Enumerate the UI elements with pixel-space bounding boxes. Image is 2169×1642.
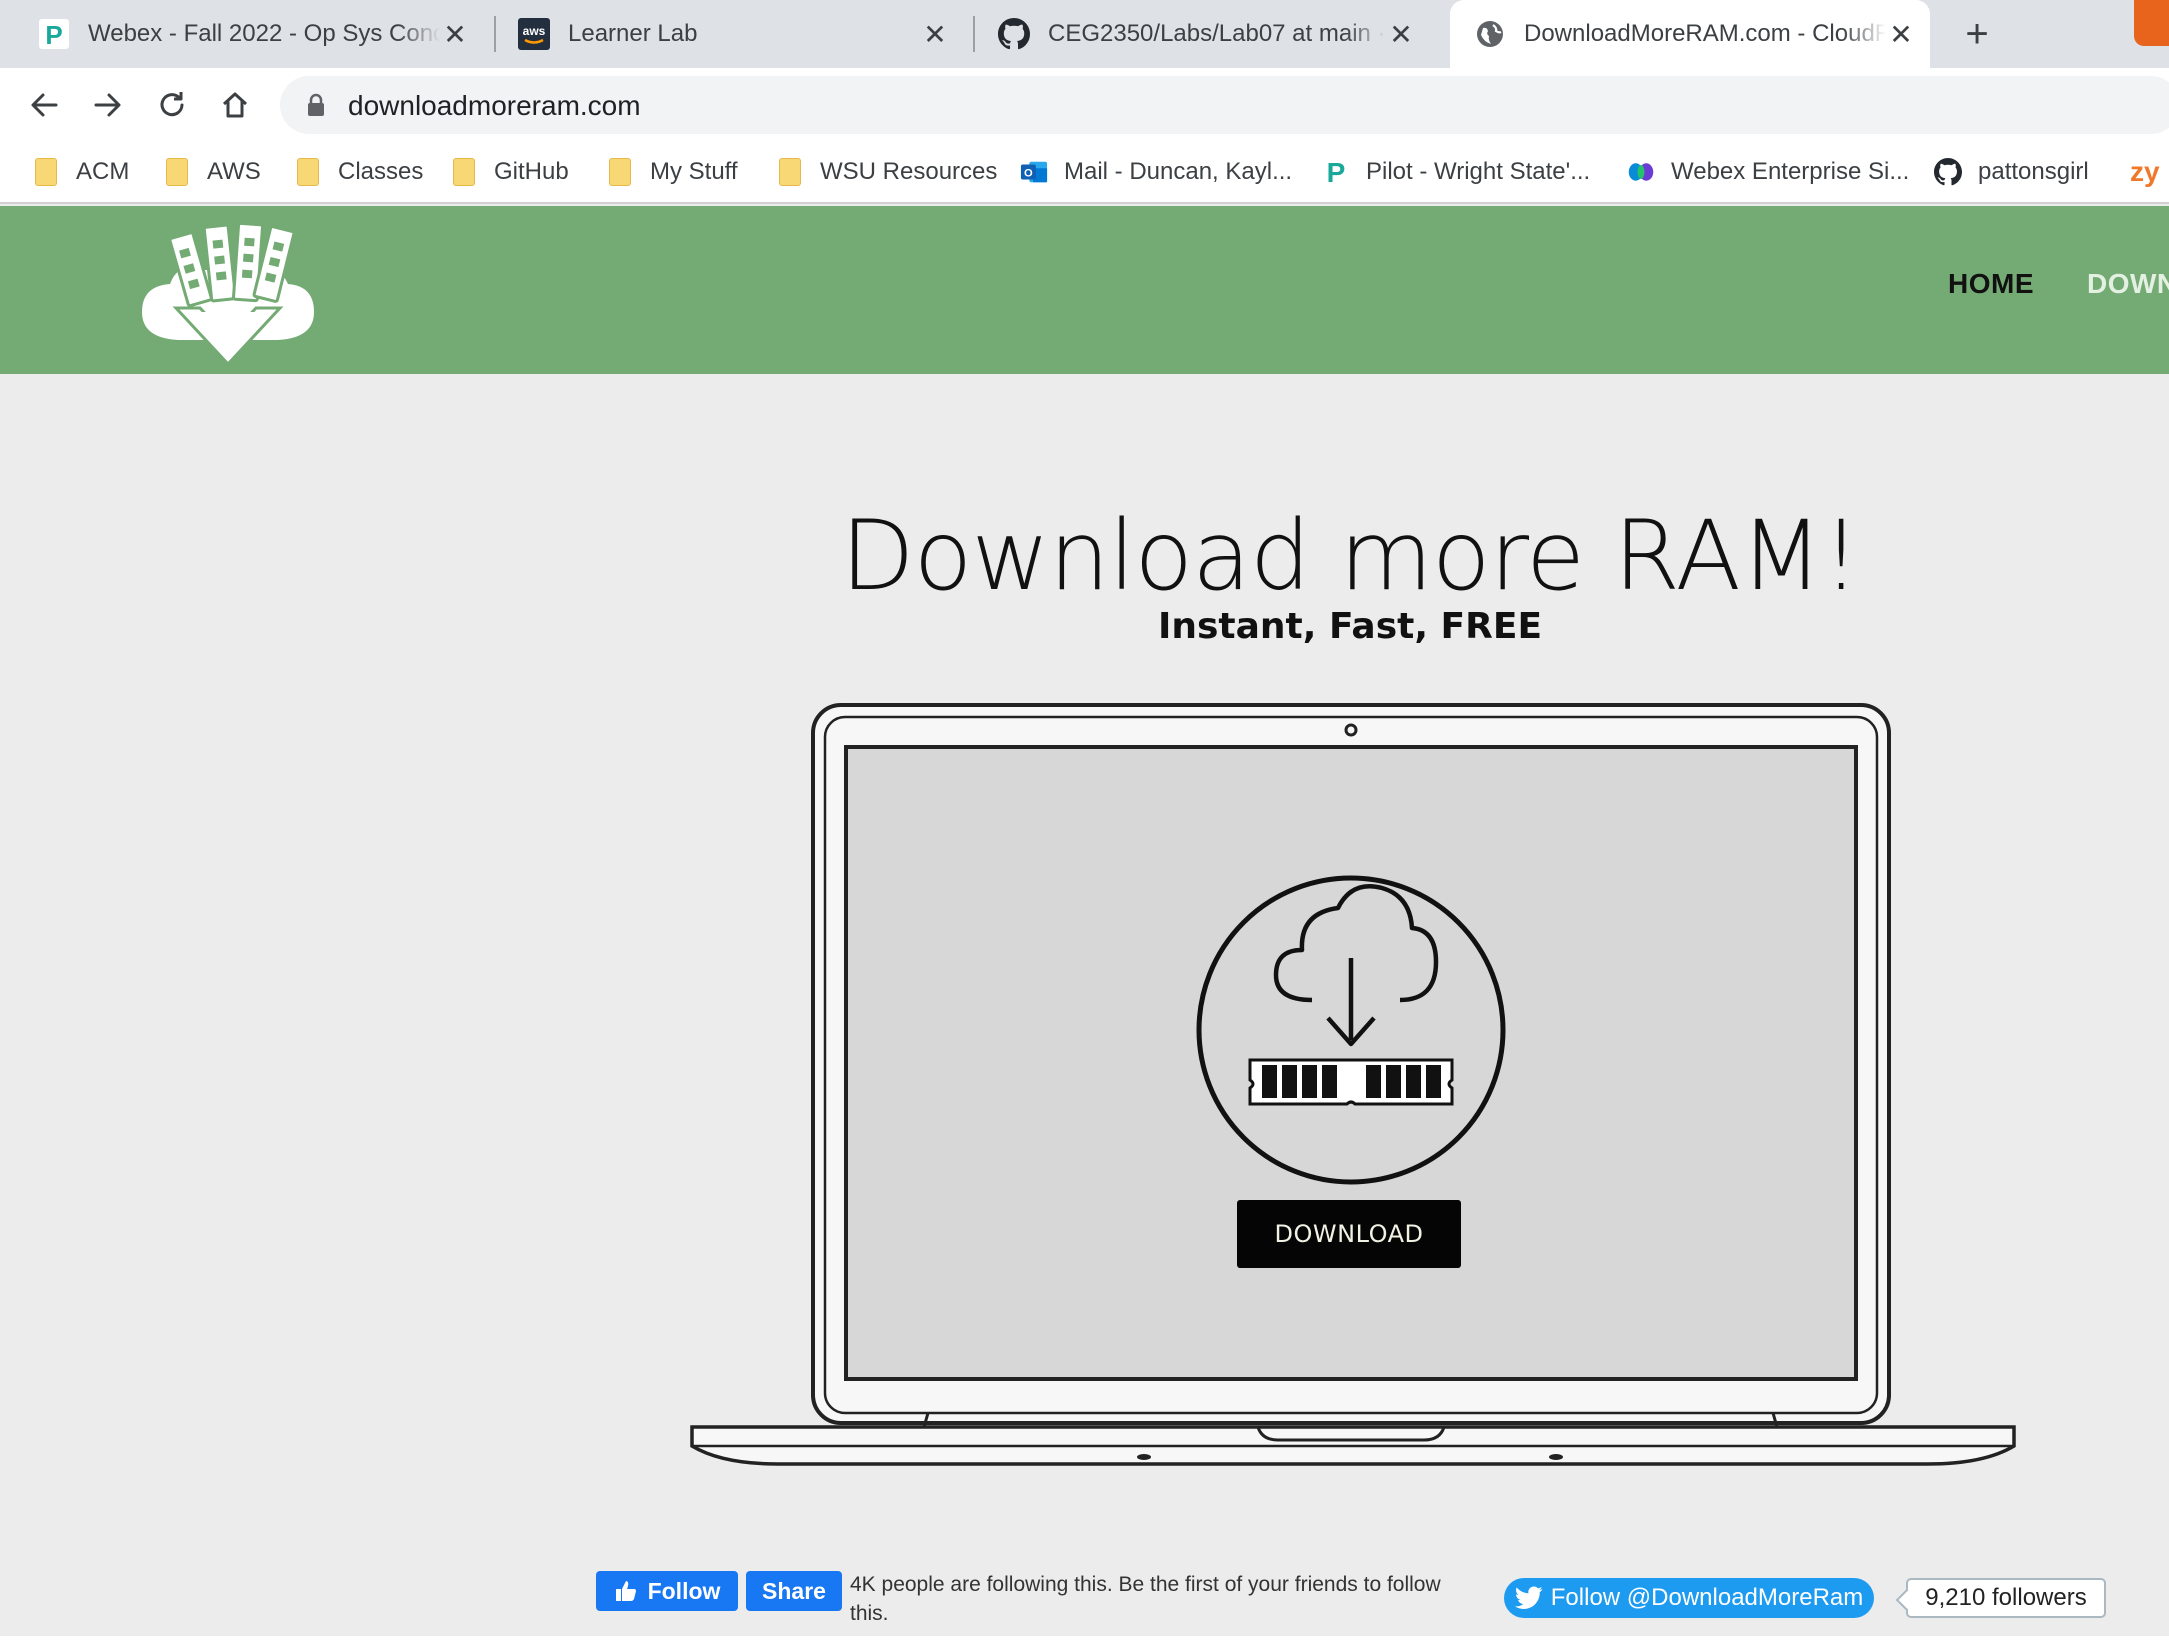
bookmark-classes[interactable]: Classes	[294, 150, 423, 194]
laptop-illustration	[690, 703, 2016, 1466]
pilot-icon: P	[38, 18, 70, 50]
webex-icon	[1627, 157, 1655, 187]
bookmark-label: My Stuff	[650, 158, 738, 185]
aws-icon: aws	[518, 18, 550, 50]
twitter-follow-label: Follow @DownloadMoreRam	[1550, 1584, 1864, 1611]
bookmark-zybooks[interactable]: zy	[2130, 150, 2160, 194]
tab-title: CEG2350/Labs/Lab07 at main · pattonsgirl	[1048, 20, 1386, 47]
hero-title: Download more RAM!	[840, 500, 1861, 612]
nav-home-link[interactable]: HOME	[1948, 268, 2034, 300]
bookmark-label: GitHub	[494, 158, 569, 185]
twitter-follow-button[interactable]: Follow @DownloadMoreRam	[1504, 1578, 1874, 1618]
bookmark-label: ACM	[76, 158, 130, 185]
folder-icon	[163, 157, 191, 187]
bookmark-pilot[interactable]: P Pilot - Wright State'...	[1322, 150, 1591, 194]
tab-bar: P Webex - Fall 2022 - Op Sys Concepts ✕ …	[0, 0, 2169, 68]
tab-github-lab[interactable]: CEG2350/Labs/Lab07 at main · pattonsgirl…	[960, 0, 1430, 68]
tab-title: Webex - Fall 2022 - Op Sys Concepts	[88, 20, 440, 47]
thumbs-up-icon	[615, 1581, 636, 1601]
folder-icon	[776, 157, 804, 187]
address-bar[interactable]: downloadmoreram.com	[280, 76, 2169, 134]
twitter-follower-count[interactable]: 9,210 followers	[1906, 1578, 2106, 1618]
tab-downloadmoreram[interactable]: DownloadMoreRAM.com - CloudRAM ✕	[1450, 0, 1930, 68]
svg-text:P: P	[1327, 157, 1346, 187]
tab-title: DownloadMoreRAM.com - CloudRAM	[1524, 20, 1886, 47]
facebook-follow-text: 4K people are following this. Be the fir…	[850, 1573, 1441, 1625]
bookmark-aws[interactable]: AWS	[163, 150, 261, 194]
facebook-share-button[interactable]: Share	[746, 1571, 842, 1611]
bookmark-webex[interactable]: Webex Enterprise Si...	[1627, 150, 1909, 194]
bookmark-my-stuff[interactable]: My Stuff	[606, 150, 738, 194]
close-icon[interactable]: ✕	[1886, 19, 1916, 50]
hero-subtitle: Instant, Fast, FREE	[1157, 606, 1543, 647]
bookmark-label: WSU Resources	[820, 158, 998, 185]
folder-icon	[450, 157, 478, 187]
tab-title: Learner Lab	[568, 20, 698, 47]
bookmark-label: Mail - Duncan, Kayl...	[1064, 158, 1293, 185]
bookmark-wsu-resources[interactable]: WSU Resources	[776, 150, 997, 194]
bookmark-pattonsgirl[interactable]: pattonsgirl	[1934, 150, 2089, 194]
svg-text:P: P	[45, 20, 62, 49]
site-header: HOME DOWNLOAD	[0, 206, 2169, 374]
browser-toolbar: downloadmoreram.com	[0, 68, 2169, 142]
home-button[interactable]	[212, 82, 258, 128]
bookmark-label: pattonsgirl	[1978, 158, 2089, 185]
close-icon[interactable]: ✕	[440, 19, 470, 50]
bookmark-label: AWS	[207, 158, 261, 185]
github-icon	[998, 18, 1030, 50]
reload-button[interactable]	[149, 82, 195, 128]
url-text[interactable]: downloadmoreram.com	[348, 90, 641, 122]
home-icon	[222, 92, 248, 118]
facebook-follow-button[interactable]: Follow	[596, 1571, 738, 1611]
zybooks-icon: zy	[2130, 156, 2160, 187]
close-icon[interactable]: ✕	[1386, 19, 1416, 50]
globe-icon	[1474, 18, 1506, 50]
bookmark-label: Pilot - Wright State'...	[1366, 158, 1591, 185]
extension-icon[interactable]	[2134, 0, 2169, 46]
forward-arrow-icon	[94, 93, 121, 117]
lock-icon	[308, 93, 324, 116]
facebook-follow-label: Follow	[647, 1577, 721, 1604]
site-logo[interactable]	[138, 214, 318, 370]
bookmark-label: Webex Enterprise Si...	[1671, 158, 1910, 185]
bookmark-mail[interactable]: O Mail - Duncan, Kayl...	[1020, 150, 1292, 194]
nav-download-link[interactable]: DOWNLOAD	[2087, 268, 2169, 300]
new-tab-button[interactable]: +	[1955, 12, 1999, 56]
back-button[interactable]	[21, 82, 67, 128]
svg-text:aws: aws	[523, 24, 546, 38]
forward-button[interactable]	[85, 82, 131, 128]
bookmark-label: Classes	[338, 158, 424, 185]
bookmark-acm[interactable]: ACM	[32, 150, 129, 194]
tab-webex[interactable]: P Webex - Fall 2022 - Op Sys Concepts ✕	[0, 0, 484, 68]
download-button[interactable]: DOWNLOAD	[1237, 1200, 1461, 1268]
folder-icon	[606, 157, 634, 187]
twitter-bird-icon	[1514, 1586, 1543, 1609]
outlook-icon: O	[1020, 157, 1048, 187]
close-icon[interactable]: ✕	[920, 19, 950, 50]
folder-icon	[32, 157, 60, 187]
cloud-download-icon	[1196, 875, 1506, 1185]
page-bottom-edge	[0, 1636, 2169, 1642]
pilot-icon: P	[1322, 157, 1350, 187]
tab-learner-lab[interactable]: aws Learner Lab ✕	[480, 0, 964, 68]
back-arrow-icon	[31, 93, 58, 117]
bookmarks-bar: ACM AWS Classes GitHub My Stuff WSU Reso…	[0, 142, 2169, 204]
bookmark-github[interactable]: GitHub	[450, 150, 569, 194]
reload-icon	[160, 92, 184, 117]
folder-icon	[294, 157, 322, 187]
github-icon	[1934, 157, 1962, 187]
svg-text:O: O	[1024, 168, 1033, 180]
